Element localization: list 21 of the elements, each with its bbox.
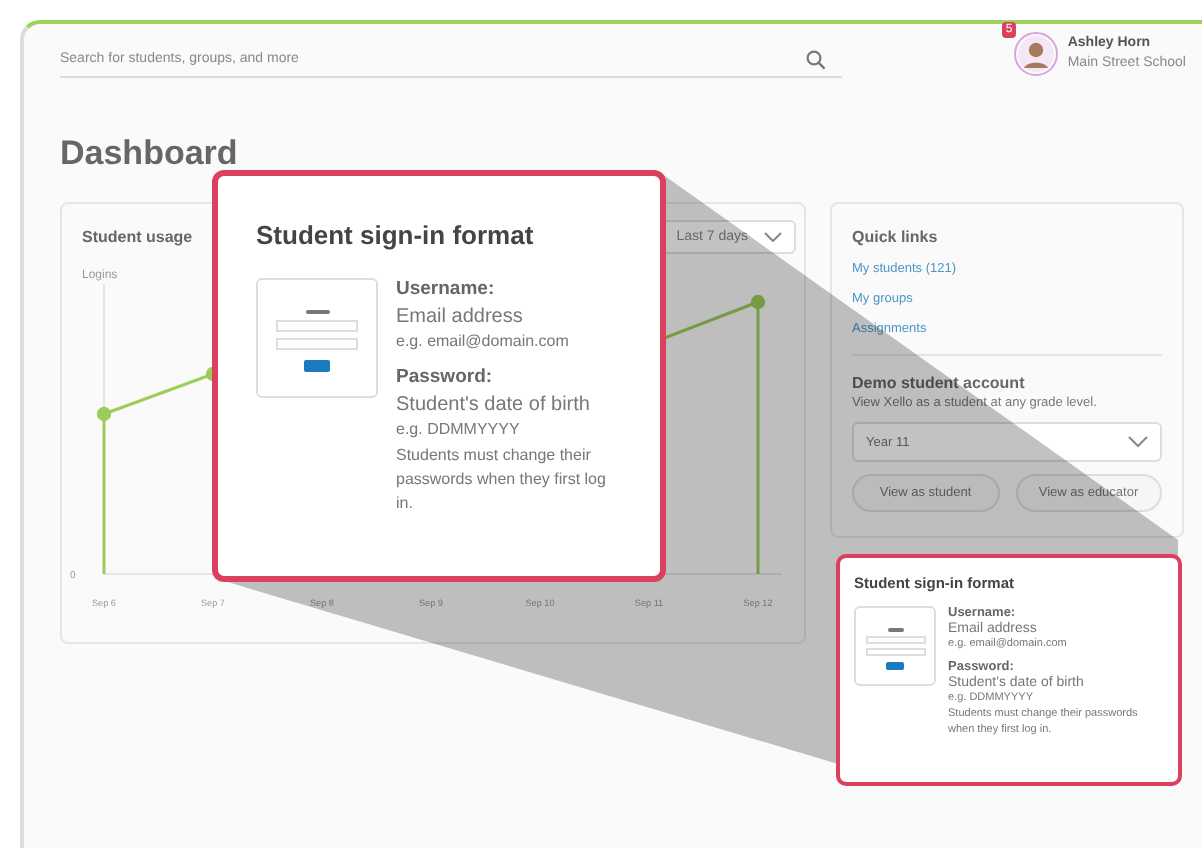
callout-title: Student sign-in format	[256, 220, 536, 250]
page-title: Dashboard	[60, 134, 240, 174]
field-label: Password:	[396, 366, 495, 388]
person-silhouette-icon	[1015, 34, 1056, 74]
card-title: Quick links	[852, 228, 940, 246]
field-value: Email address	[396, 306, 525, 328]
avatar[interactable]	[1013, 32, 1058, 76]
field-value: Student's date of birth	[396, 394, 592, 416]
chevron-icon	[1128, 436, 1148, 448]
sign-in-form-drawing	[256, 278, 378, 398]
search-icon[interactable]	[805, 49, 826, 69]
note-text: Students must change their passwords when they first log in.	[396, 444, 608, 516]
sign-in-form-drawing	[854, 606, 936, 686]
data-point	[96, 406, 112, 422]
data-point	[750, 294, 766, 310]
card-title: Demo student account	[852, 374, 1027, 392]
example-text: e.g. DDMMYYYY	[396, 418, 522, 442]
card-title: Student usage	[82, 228, 193, 246]
example-text: e.g. email@domain.com	[396, 330, 571, 354]
field-label: Username:	[396, 278, 497, 300]
chevron-icon	[764, 232, 782, 242]
